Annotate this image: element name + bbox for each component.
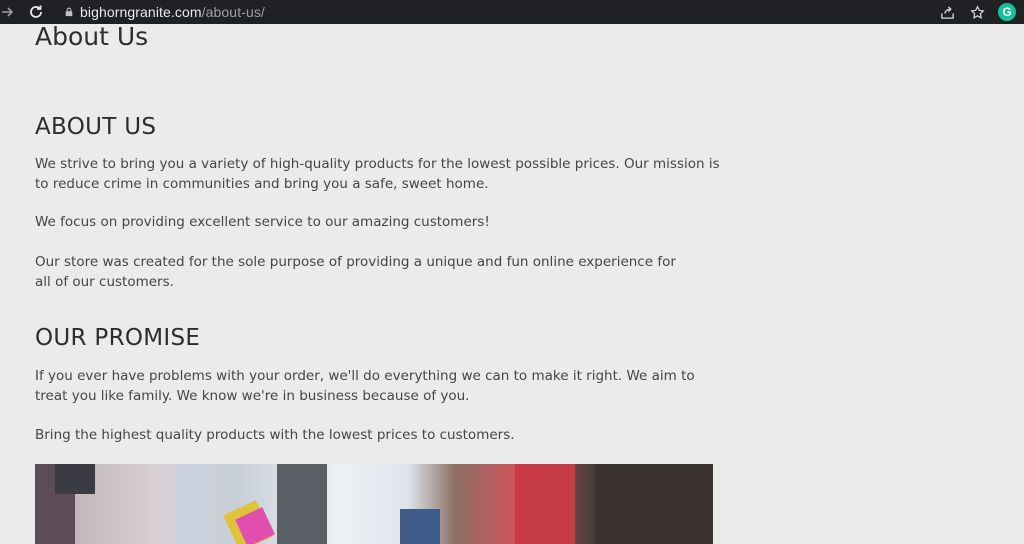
photo-sign <box>55 464 95 494</box>
photo-billboard <box>277 464 327 544</box>
share-button[interactable] <box>938 3 956 21</box>
photo-tower <box>175 464 205 544</box>
lock-icon <box>58 7 80 17</box>
section-heading-our-promise: OUR PROMISE <box>35 325 201 351</box>
toolbar-actions: G <box>938 0 1016 24</box>
photo-red-sign <box>515 464 575 544</box>
url-path: /about-us/ <box>201 4 265 20</box>
hero-photo <box>35 464 713 544</box>
section-heading-about-us: ABOUT US <box>35 114 157 140</box>
forward-button[interactable] <box>0 0 16 24</box>
browser-toolbar: bighorngranite.com/about-us/ G <box>0 0 1024 24</box>
about-paragraph-3: Our store was created for the sole purpo… <box>35 254 676 290</box>
about-paragraph-1: We strive to bring you a variety of high… <box>35 156 720 192</box>
url-text: bighorngranite.com/about-us/ <box>80 4 265 20</box>
photo-dark-building <box>595 464 713 544</box>
page-title: About Us <box>35 22 149 51</box>
promise-paragraph-1: If you ever have problems with your orde… <box>35 368 695 404</box>
reload-button[interactable] <box>24 0 48 24</box>
arrow-right-icon <box>2 7 14 17</box>
address-bar[interactable]: bighorngranite.com/about-us/ <box>58 1 988 23</box>
bookmark-star-button[interactable] <box>968 3 986 21</box>
about-paragraph-2: We focus on providing excellent service … <box>35 214 490 230</box>
star-icon <box>969 4 985 19</box>
share-icon <box>940 5 954 19</box>
grammarly-extension-icon[interactable]: G <box>998 3 1016 21</box>
url-host: bighorngranite.com <box>80 4 202 20</box>
promise-paragraph-2: Bring the highest quality products with … <box>35 427 515 443</box>
reload-icon <box>30 5 42 18</box>
